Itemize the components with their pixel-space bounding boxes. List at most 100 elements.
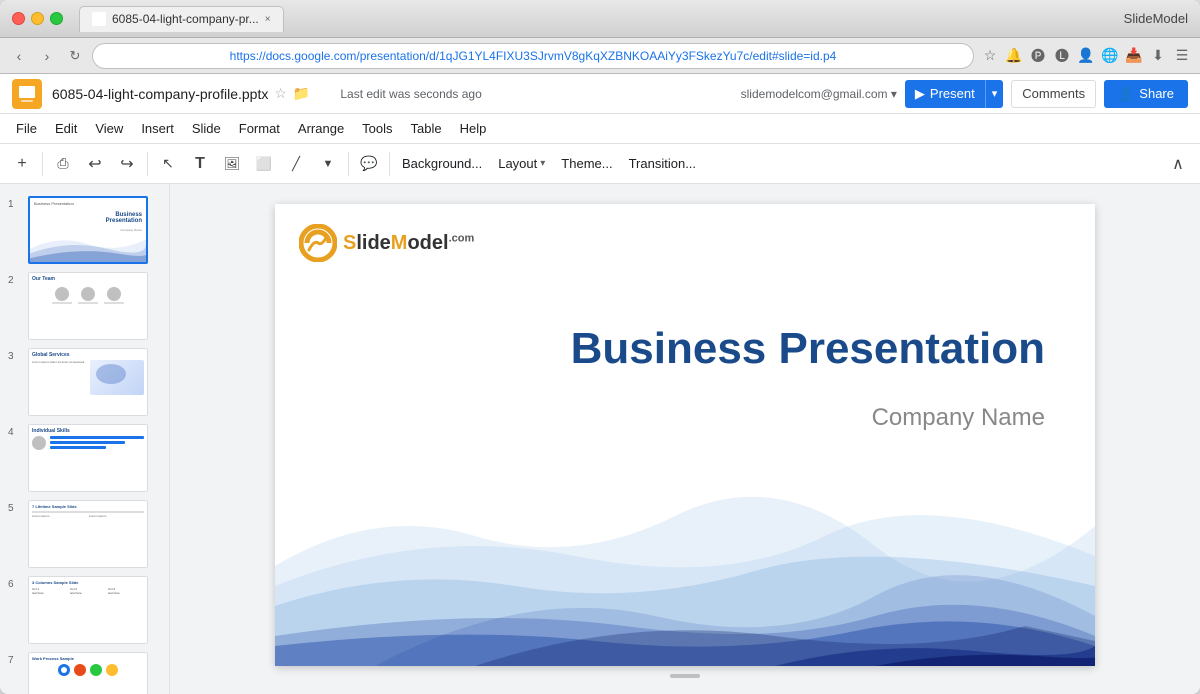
slide-number-3: 3 — [8, 348, 22, 362]
zoom-in-button[interactable]: + — [8, 150, 36, 178]
more-shapes-button[interactable]: ▼ — [314, 150, 342, 178]
share-label: Share — [1139, 86, 1174, 101]
present-dropdown-button[interactable]: ▾ — [985, 80, 1004, 108]
wave-background — [275, 386, 1095, 666]
url-input[interactable] — [92, 43, 974, 69]
extension-icon2[interactable]: 🅟 — [1028, 46, 1048, 66]
logo-m: M — [391, 232, 408, 254]
present-play-icon: ▶ — [915, 86, 925, 102]
slide-number-4: 4 — [8, 424, 22, 438]
menu-slide[interactable]: Slide — [184, 117, 229, 140]
tab-close-button[interactable]: × — [265, 14, 271, 25]
toolbar-separator-2 — [147, 152, 148, 176]
slide-preview-2: Our Team — [28, 272, 148, 340]
menu-file[interactable]: File — [8, 117, 45, 140]
bookmark-icon[interactable]: ☆ — [980, 46, 1000, 66]
slide-preview-3: Global Services Lorem ipsum dolor sit am… — [28, 348, 148, 416]
extension-icon1[interactable]: 🔔 — [1004, 46, 1024, 66]
app-title-actions: slidemodelcom@gmail.com ▾ ▶ Present ▾ Co… — [741, 80, 1188, 108]
menu-insert[interactable]: Insert — [133, 117, 182, 140]
slide-panel[interactable]: 1 Business Presentation BusinessPresenta… — [0, 184, 170, 694]
comment-button[interactable]: 💬 — [355, 150, 383, 178]
last-edit-status: Last edit was seconds ago — [340, 87, 481, 101]
extension-icon3[interactable]: 🅛 — [1052, 46, 1072, 66]
slide-notes-divider[interactable] — [275, 666, 1095, 686]
star-icon[interactable]: ☆ — [274, 85, 287, 102]
menu-edit[interactable]: Edit — [47, 117, 85, 140]
refresh-button[interactable]: ↻ — [64, 45, 86, 67]
menu-help[interactable]: Help — [452, 117, 495, 140]
slide-thumbnail-3[interactable]: 3 Global Services Lorem ipsum dolor sit … — [0, 344, 169, 420]
present-button-group: ▶ Present ▾ — [905, 80, 1003, 108]
slide-thumbnail-2[interactable]: 2 Our Team — [0, 268, 169, 344]
present-button[interactable]: ▶ Present — [905, 80, 985, 108]
background-label: Background... — [402, 156, 482, 171]
divider-handle — [670, 674, 700, 678]
browser-window: 6085-04-light-company-pr... × SlideModel… — [0, 0, 1200, 694]
slide-preview-1: Business Presentation BusinessPresentati… — [28, 196, 148, 264]
print-button[interactable]: ⎙ — [49, 150, 77, 178]
maximize-window-button[interactable] — [50, 12, 63, 25]
share-button[interactable]: 👤 Share — [1104, 80, 1188, 108]
extension-icon6[interactable]: 📥 — [1124, 46, 1144, 66]
slide-thumbnail-1[interactable]: 1 Business Presentation BusinessPresenta… — [0, 192, 169, 268]
close-window-button[interactable] — [12, 12, 25, 25]
extension-icon7[interactable]: ⬇ — [1148, 46, 1168, 66]
present-label: Present — [930, 86, 975, 101]
slide-number-7: 7 — [8, 652, 22, 666]
slide-logo: SlideModel.com — [299, 224, 474, 262]
slide-thumbnail-6[interactable]: 6 3 Columns Sample Slide Col 1text here … — [0, 572, 169, 648]
slides-logo-icon — [16, 83, 38, 105]
shape-button[interactable]: ⬜ — [250, 150, 278, 178]
slide-thumbnail-7[interactable]: 7 Work Process Sample — [0, 648, 169, 694]
tab-favicon — [92, 12, 106, 26]
forward-button[interactable]: › — [36, 45, 58, 67]
layout-button[interactable]: Layout ▾ — [492, 150, 551, 178]
slide-number-6: 6 — [8, 576, 22, 590]
slide-preview-6: 3 Columns Sample Slide Col 1text here Co… — [28, 576, 148, 644]
menu-arrange[interactable]: Arrange — [290, 117, 352, 140]
logo-s: S — [343, 232, 356, 254]
extension-icon5[interactable]: 🌐 — [1100, 46, 1120, 66]
slides-logo — [12, 79, 42, 109]
folder-icon[interactable]: 📁 — [293, 85, 310, 102]
minimize-window-button[interactable] — [31, 12, 44, 25]
slide-canvas-wrapper: SlideModel.com Business Presentation Com… — [275, 204, 1095, 694]
line-button[interactable]: ╱ — [282, 150, 310, 178]
google-slides-app: 6085-04-light-company-profile.pptx ☆ 📁 L… — [0, 74, 1200, 694]
user-email[interactable]: slidemodelcom@gmail.com ▾ — [741, 87, 897, 101]
slide-thumbnail-5[interactable]: 5 7 Lifetime Sample Slide Lorem ipsum Lo… — [0, 496, 169, 572]
slide-number-2: 2 — [8, 272, 22, 286]
address-bar: ‹ › ↻ ☆ 🔔 🅟 🅛 👤 🌐 📥 ⬇ ☰ — [0, 38, 1200, 74]
slidemodel-logo: SlideModel.com — [299, 224, 474, 262]
comments-button[interactable]: Comments — [1011, 80, 1096, 108]
cursor-tool-button[interactable]: ↖ — [154, 150, 182, 178]
slide-number-5: 5 — [8, 500, 22, 514]
back-button[interactable]: ‹ — [8, 45, 30, 67]
undo-button[interactable]: ↩ — [81, 150, 109, 178]
transition-label: Transition... — [629, 156, 696, 171]
extension-icon8[interactable]: ☰ — [1172, 46, 1192, 66]
menu-table[interactable]: Table — [403, 117, 450, 140]
menu-bar: File Edit View Insert Slide Format Arran… — [0, 114, 1200, 144]
extension-icon4[interactable]: 👤 — [1076, 46, 1096, 66]
slide-thumbnail-4[interactable]: 4 Individual Skills — [0, 420, 169, 496]
menu-view[interactable]: View — [87, 117, 131, 140]
logo-com: .com — [449, 232, 475, 244]
slide-canvas[interactable]: SlideModel.com Business Presentation Com… — [275, 204, 1095, 666]
menu-tools[interactable]: Tools — [354, 117, 400, 140]
transition-button[interactable]: Transition... — [623, 150, 702, 178]
browser-tab[interactable]: 6085-04-light-company-pr... × — [79, 6, 284, 32]
image-insert-button[interactable]: 🖼 — [218, 150, 246, 178]
slide-preview-5: 7 Lifetime Sample Slide Lorem ipsum Lore… — [28, 500, 148, 568]
theme-button[interactable]: Theme... — [555, 150, 618, 178]
toolbar-collapse-button[interactable]: ∧ — [1164, 150, 1192, 178]
menu-format[interactable]: Format — [231, 117, 288, 140]
slide-main-title[interactable]: Business Presentation — [571, 324, 1045, 374]
background-button[interactable]: Background... — [396, 150, 488, 178]
file-name: 6085-04-light-company-profile.pptx — [52, 86, 268, 102]
title-bar: 6085-04-light-company-pr... × SlideModel — [0, 0, 1200, 38]
text-tool-button[interactable]: T — [186, 150, 214, 178]
toolbar-separator-1 — [42, 152, 43, 176]
redo-button[interactable]: ↪ — [113, 150, 141, 178]
